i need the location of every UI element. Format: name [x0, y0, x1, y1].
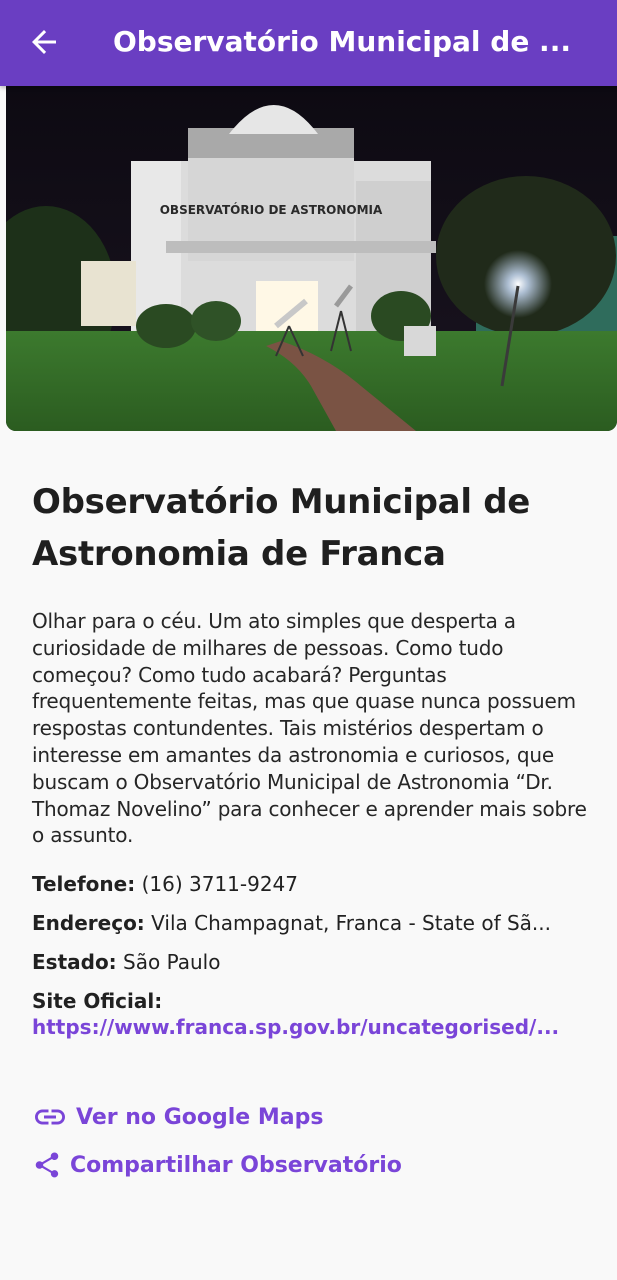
- observatory-title: Observatório Municipal de Astronomia de …: [32, 482, 531, 574]
- official-site-link[interactable]: https://www.franca.sp.gov.br/uncategoris…: [32, 1014, 592, 1040]
- phone-row: Telefone: (16) 3711-9247: [32, 871, 592, 897]
- share-icon: [35, 1152, 59, 1178]
- phone-label: Telefone:: [32, 872, 136, 897]
- state-value: São Paulo: [123, 950, 221, 975]
- phone-value: (16) 3711-9247: [141, 872, 299, 897]
- observatory-details: Observatório Municipal de Astronomia de …: [32, 476, 592, 1040]
- link-icon: [35, 1109, 65, 1125]
- share-label: Compartilhar Observatório: [70, 1152, 402, 1178]
- share-observatory-button[interactable]: Compartilhar Observatório: [32, 1150, 402, 1180]
- observatory-description: Olhar para o céu. Um ato simples que des…: [32, 609, 587, 848]
- address-value: Vila Champagnat, Franca - State of Sã...: [151, 911, 551, 936]
- google-maps-button[interactable]: Ver no Google Maps: [32, 1099, 323, 1135]
- building-sign-text: OBSERVATÓRIO DE ASTRONOMIA: [160, 202, 383, 217]
- state-label: Estado:: [32, 950, 117, 975]
- observatory-photo: OBSERVATÓRIO DE ASTRONOMIA: [6, 86, 617, 431]
- app-bar-title: Observatório Municipal de ...: [113, 25, 571, 58]
- address-row: Endereço: Vila Champagnat, Franca - Stat…: [32, 910, 592, 936]
- site-row: Site Oficial:: [32, 988, 592, 1014]
- app-bar: Observatório Municipal de ...: [0, 0, 617, 86]
- site-label: Site Oficial:: [32, 989, 163, 1014]
- address-label: Endereço:: [32, 911, 145, 936]
- state-row: Estado: São Paulo: [32, 949, 592, 975]
- google-maps-label: Ver no Google Maps: [76, 1104, 324, 1130]
- arrow-left-icon[interactable]: [26, 24, 62, 60]
